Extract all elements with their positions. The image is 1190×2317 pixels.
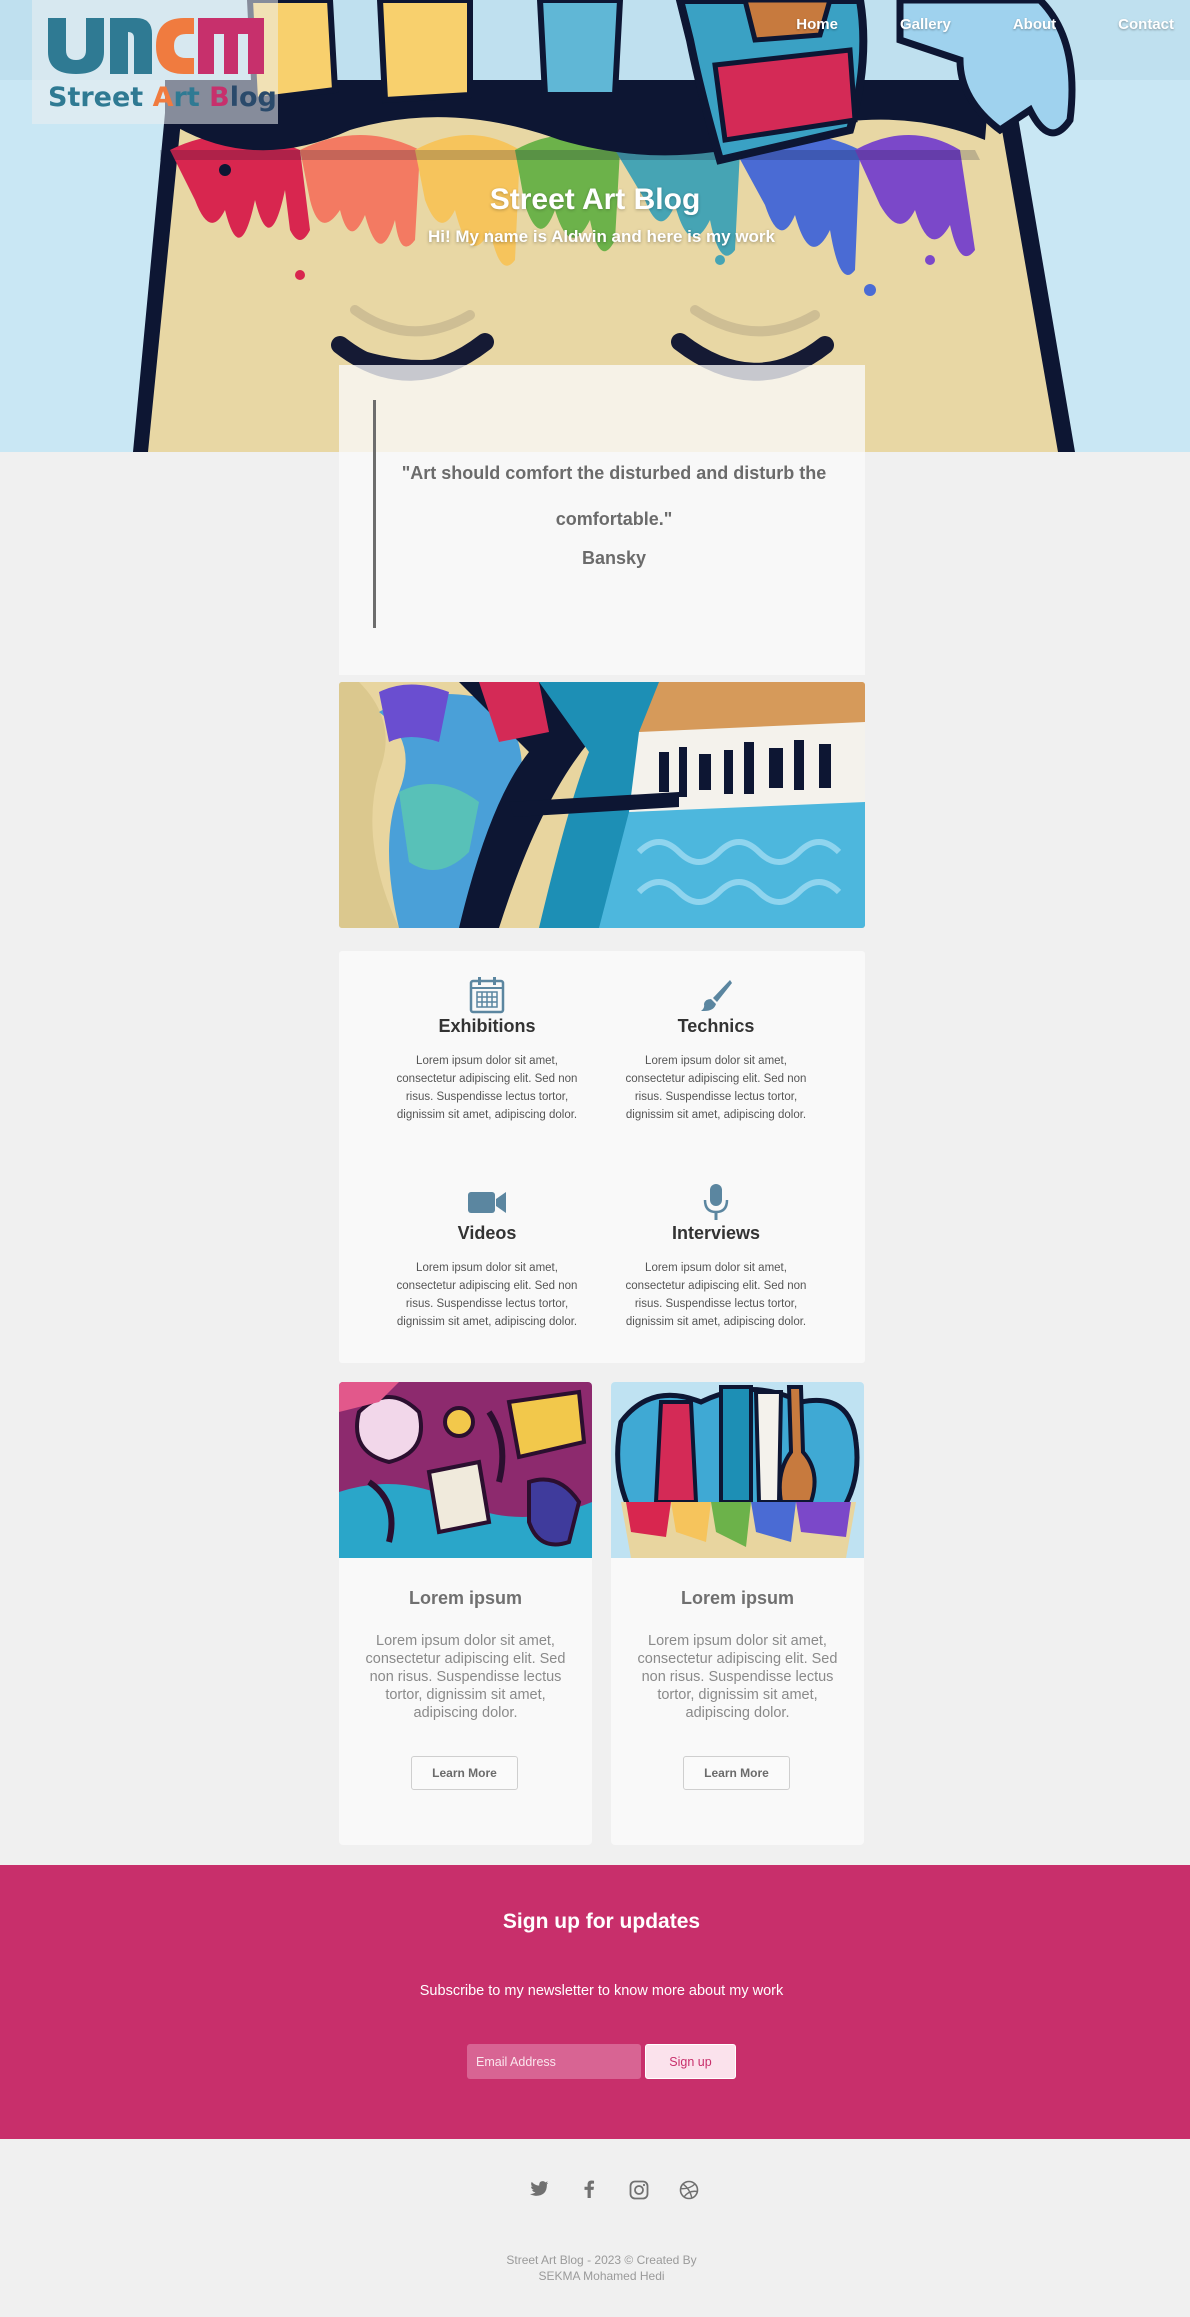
quote-bar — [373, 400, 376, 628]
feature-title: Exhibitions — [438, 1016, 536, 1036]
facebook-icon[interactable] — [564, 2180, 614, 2200]
logo[interactable]: Street Art Blog — [32, 0, 278, 124]
quote-text: "Art should comfort the disturbed and di… — [401, 463, 827, 529]
quote-author: Bansky — [581, 548, 647, 568]
feature-title: Videos — [457, 1223, 517, 1243]
card-image — [339, 1382, 592, 1558]
feature-text: Lorem ipsum dolor sit amet, consectetur … — [625, 1055, 807, 1121]
nav-home[interactable]: Home — [796, 16, 838, 33]
signup-subtitle: Subscribe to my newsletter to know more … — [419, 1983, 784, 1999]
footer-credits: Street Art Blog - 2023 © Created By SEKM… — [0, 2252, 1190, 2284]
quote-card: "Art should comfort the disturbed and di… — [339, 365, 865, 675]
feature-exhibitions: Exhibitions Lorem ipsum dolor sit amet, … — [387, 976, 587, 1124]
card-image — [611, 1382, 864, 1558]
feature-title: Interviews — [671, 1223, 761, 1243]
blog-card: Lorem ipsum Lorem ipsum dolor sit amet, … — [611, 1382, 864, 1845]
card-text: Lorem ipsum dolor sit amet, consectetur … — [365, 1633, 566, 1721]
card-text: Lorem ipsum dolor sit amet, consectetur … — [637, 1633, 838, 1721]
microphone-icon — [616, 1183, 816, 1221]
learn-more-button[interactable]: Learn More — [411, 1756, 518, 1790]
signup-title: Sign up for updates — [502, 1910, 701, 1933]
card-title: Lorem ipsum — [408, 1588, 523, 1608]
feature-text: Lorem ipsum dolor sit amet, consectetur … — [396, 1262, 578, 1328]
signup-section: Sign up for updates Subscribe to my news… — [0, 1865, 1190, 2139]
feature-technics: Technics Lorem ipsum dolor sit amet, con… — [616, 976, 816, 1124]
twitter-icon[interactable] — [514, 2180, 564, 2200]
feature-text: Lorem ipsum dolor sit amet, consectetur … — [625, 1262, 807, 1328]
footer-author: SEKMA Mohamed Hedi — [538, 2269, 665, 2283]
feature-text: Lorem ipsum dolor sit amet, consectetur … — [396, 1055, 578, 1121]
card-title: Lorem ipsum — [680, 1588, 795, 1608]
footer-line: Street Art Blog - 2023 © Created By — [506, 2253, 697, 2267]
learn-more-button[interactable]: Learn More — [683, 1756, 790, 1790]
hero-title: Street Art Blog — [489, 183, 701, 216]
features-section: Exhibitions Lorem ipsum dolor sit amet, … — [339, 951, 865, 1363]
logo-mark — [48, 18, 264, 74]
dribbble-icon[interactable] — [664, 2180, 714, 2200]
logo-text: Street Art Blog — [48, 82, 277, 113]
nav-about[interactable]: About — [1013, 16, 1056, 33]
social-links — [514, 2180, 714, 2200]
artwork-banner-image — [339, 682, 865, 928]
signup-button[interactable]: Sign up — [645, 2044, 736, 2079]
instagram-icon[interactable] — [614, 2180, 664, 2200]
feature-videos: Videos Lorem ipsum dolor sit amet, conse… — [387, 1183, 587, 1331]
blog-card: Lorem ipsum Lorem ipsum dolor sit amet, … — [339, 1382, 592, 1845]
main-nav: Home Gallery About Contact — [734, 16, 1174, 33]
nav-gallery[interactable]: Gallery — [900, 16, 951, 33]
email-field[interactable] — [467, 2044, 641, 2079]
brush-icon — [616, 976, 816, 1014]
hero-subtitle: Hi! My name is Aldwin and here is my wor… — [427, 227, 775, 246]
nav-contact[interactable]: Contact — [1118, 16, 1174, 33]
feature-title: Technics — [677, 1016, 755, 1036]
feature-interviews: Interviews Lorem ipsum dolor sit amet, c… — [616, 1183, 816, 1331]
calendar-icon — [387, 976, 587, 1014]
video-camera-icon — [387, 1183, 587, 1221]
